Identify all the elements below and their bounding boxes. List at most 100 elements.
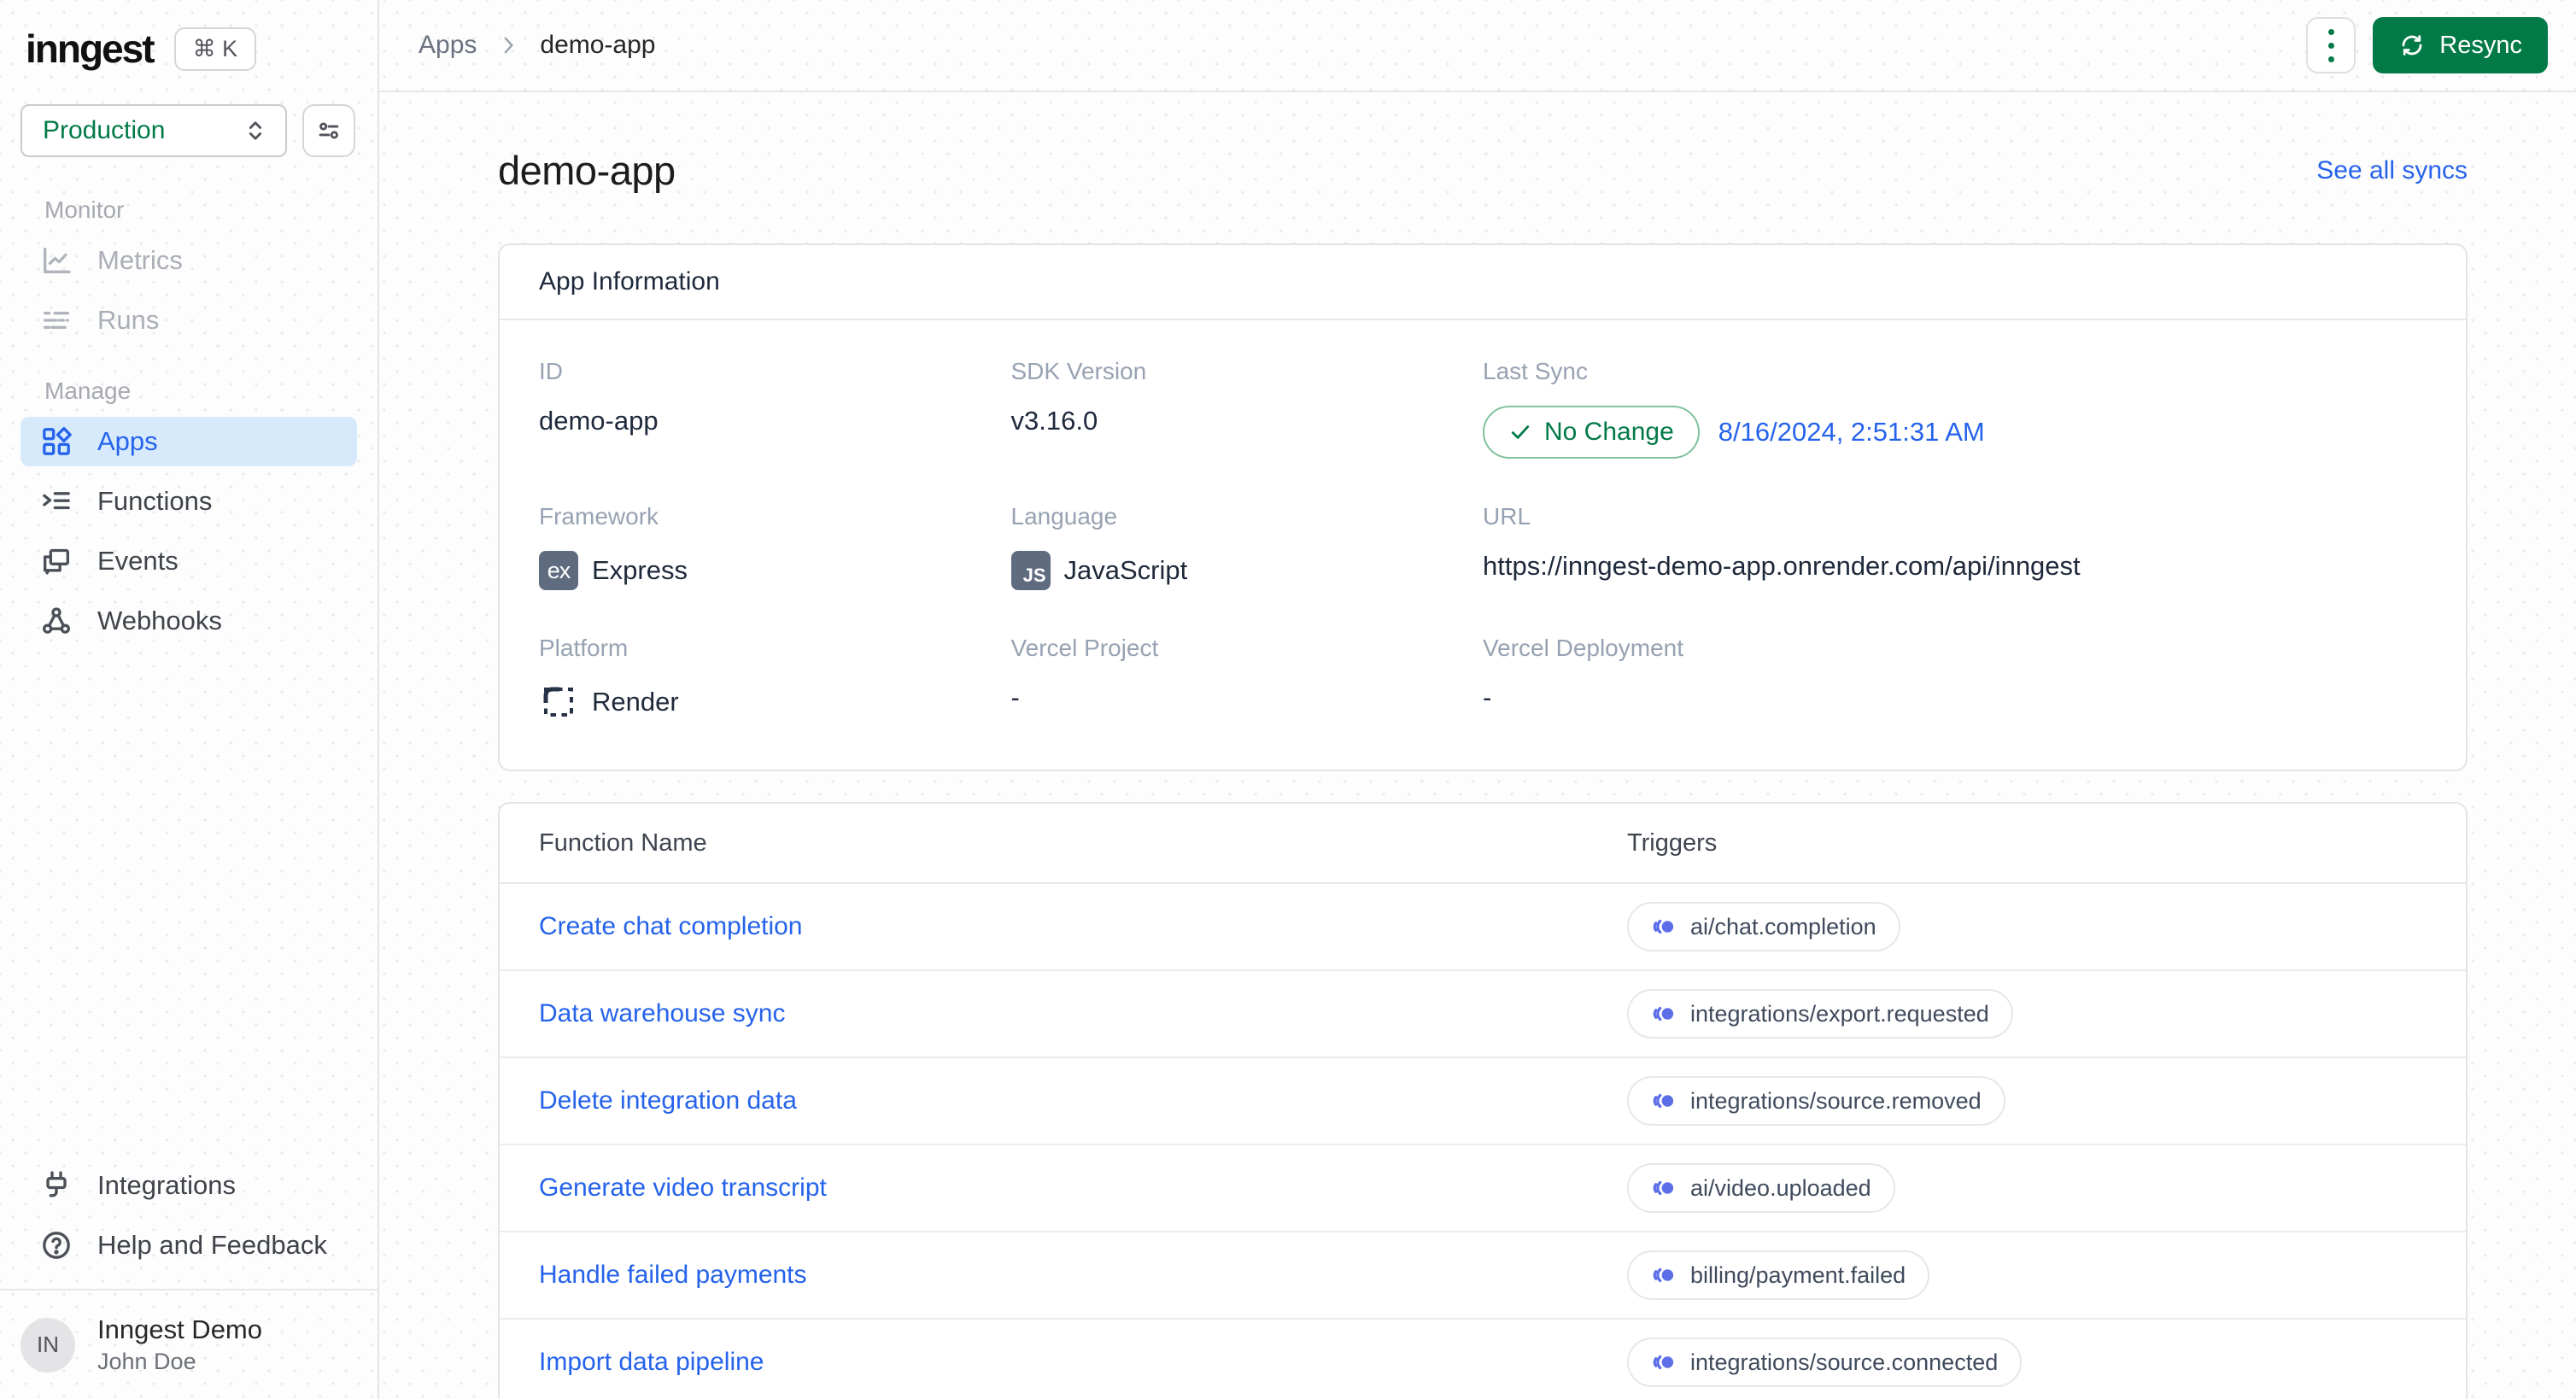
table-row[interactable]: Delete integration data integrations/sou…: [500, 1058, 2466, 1145]
command-k-shortcut[interactable]: ⌘ K: [173, 26, 257, 71]
function-link[interactable]: Generate video transcript: [539, 1174, 1627, 1203]
trigger-label: integrations/source.removed: [1690, 1087, 1982, 1114]
kebab-dot: [2327, 56, 2334, 62]
last-sync-timestamp-link[interactable]: 8/16/2024, 2:51:31 AM: [1718, 417, 1985, 448]
render-icon: [539, 682, 578, 722]
resync-button[interactable]: Resync: [2373, 17, 2548, 73]
user-name: John Doe: [97, 1349, 196, 1374]
sidebar-item-functions[interactable]: Functions: [20, 477, 357, 526]
check-icon: [1508, 420, 1532, 444]
apps-grid-icon: [39, 424, 73, 459]
event-trigger-icon: [1651, 1262, 1677, 1288]
trigger-label: ai/video.uploaded: [1690, 1174, 1871, 1201]
column-triggers: Triggers: [1627, 828, 1718, 857]
runs-list-icon: [39, 303, 73, 337]
field-last-sync: Last Sync No Change 8/16/2024, 2:51:31 A…: [1483, 358, 2427, 459]
field-language: Language JS JavaScript: [1010, 503, 1484, 590]
no-change-badge[interactable]: No Change: [1483, 406, 1700, 459]
javascript-icon: JS: [1010, 551, 1051, 590]
sidebar-item-metrics[interactable]: Metrics: [20, 236, 357, 285]
environment-select[interactable]: Production: [20, 104, 287, 157]
field-url: URL https://inngest-demo-app.onrender.co…: [1483, 503, 2427, 590]
sliders-icon: [314, 116, 343, 145]
chart-icon: [39, 243, 73, 278]
inngest-logo: inngest: [26, 26, 155, 71]
field-label: ID: [539, 358, 563, 384]
breadcrumb: Apps demo-app: [419, 31, 655, 60]
field-label: Language: [1010, 503, 1118, 530]
question-circle-icon: [39, 1228, 73, 1262]
functions-table: Function Name Triggers Create chat compl…: [498, 802, 2468, 1399]
sidebar-item-apps[interactable]: Apps: [20, 417, 357, 466]
function-link[interactable]: Create chat completion: [539, 912, 1627, 941]
sync-icon: [2398, 32, 2426, 59]
field-vercel-project: Vercel Project -: [1011, 635, 1484, 722]
field-value: -: [1010, 682, 1020, 712]
breadcrumb-current: demo-app: [540, 31, 656, 59]
express-icon: ex: [539, 551, 578, 590]
trigger-badge[interactable]: integrations/source.removed: [1627, 1076, 2005, 1126]
table-row[interactable]: Generate video transcript ai/video.uploa…: [500, 1145, 2466, 1232]
column-function-name: Function Name: [539, 828, 707, 857]
sidebar-nav: Monitor Metrics Runs Manage Apps Functio…: [0, 157, 378, 656]
sidebar-item-runs[interactable]: Runs: [20, 296, 357, 345]
table-row[interactable]: Create chat completion ai/chat.completio…: [500, 884, 2466, 971]
sidebar-item-label: Help and Feedback: [97, 1230, 327, 1260]
events-windows-icon: [39, 544, 73, 578]
sidebar-item-integrations[interactable]: Integrations: [20, 1161, 357, 1210]
event-trigger-icon: [1651, 1349, 1677, 1375]
sidebar-item-webhooks[interactable]: Webhooks: [20, 596, 357, 646]
table-row[interactable]: Handle failed payments billing/payment.f…: [500, 1232, 2466, 1320]
environment-label: Production: [43, 116, 166, 144]
section-label-monitor: Monitor: [44, 196, 125, 223]
page-title: demo-app: [498, 148, 676, 193]
user-menu[interactable]: IN Inngest Demo John Doe: [20, 1291, 357, 1384]
trigger-badge[interactable]: integrations/source.connected: [1627, 1338, 2023, 1387]
card-title: App Information: [539, 267, 720, 296]
table-row[interactable]: Import data pipeline integrations/source…: [500, 1320, 2466, 1399]
see-all-syncs-link[interactable]: See all syncs: [2316, 156, 2468, 185]
webhook-icon: [39, 604, 73, 638]
field-value: Express: [592, 555, 688, 585]
field-value: Render: [592, 687, 679, 717]
trigger-badge[interactable]: ai/video.uploaded: [1627, 1163, 1895, 1213]
field-value: https://inngest-demo-app.onrender.com/ap…: [1483, 551, 2081, 581]
workspace-name: Inngest Demo: [97, 1314, 262, 1344]
table-header-row: Function Name Triggers: [500, 804, 2466, 884]
resync-label: Resync: [2439, 31, 2522, 59]
sidebar-item-events[interactable]: Events: [20, 536, 357, 586]
trigger-badge[interactable]: integrations/export.requested: [1627, 989, 2013, 1039]
function-link[interactable]: Data warehouse sync: [539, 999, 1627, 1028]
trigger-label: ai/chat.completion: [1690, 913, 1876, 939]
environment-settings-button[interactable]: [302, 104, 355, 157]
chevron-right-icon: [495, 32, 521, 58]
sidebar-item-label: Apps: [97, 426, 158, 456]
sidebar-item-help[interactable]: Help and Feedback: [20, 1220, 357, 1270]
table-row[interactable]: Data warehouse sync integrations/export.…: [500, 971, 2466, 1058]
event-trigger-icon: [1651, 1175, 1677, 1201]
field-platform: Platform Render: [539, 635, 1011, 722]
function-link[interactable]: Delete integration data: [539, 1086, 1627, 1115]
more-options-button[interactable]: [2306, 17, 2356, 73]
trigger-badge[interactable]: billing/payment.failed: [1627, 1250, 1930, 1300]
sidebar: inngest ⌘ K Production Monitor Metrics R…: [0, 0, 379, 1399]
topbar: Apps demo-app Resync: [379, 0, 2576, 92]
field-framework: Framework ex Express: [539, 503, 1011, 590]
field-label: Vercel Project: [1010, 635, 1159, 661]
sidebar-item-label: Runs: [97, 305, 160, 335]
field-label: Framework: [539, 503, 659, 530]
plug-icon: [39, 1168, 73, 1203]
field-sdk-version: SDK Version v3.16.0: [1011, 358, 1484, 459]
logo-row: inngest ⌘ K: [0, 0, 378, 80]
event-trigger-icon: [1651, 1088, 1677, 1114]
field-value: -: [1483, 682, 1492, 712]
chevron-up-down-icon: [241, 116, 270, 145]
function-link[interactable]: Handle failed payments: [539, 1261, 1627, 1290]
breadcrumb-apps[interactable]: Apps: [419, 31, 477, 60]
function-link[interactable]: Import data pipeline: [539, 1348, 1627, 1377]
field-label: SDK Version: [1010, 358, 1147, 384]
field-label: Vercel Deployment: [1483, 635, 1684, 661]
sidebar-item-label: Webhooks: [97, 606, 222, 635]
badge-label: No Change: [1544, 418, 1674, 446]
trigger-badge[interactable]: ai/chat.completion: [1627, 902, 1900, 951]
